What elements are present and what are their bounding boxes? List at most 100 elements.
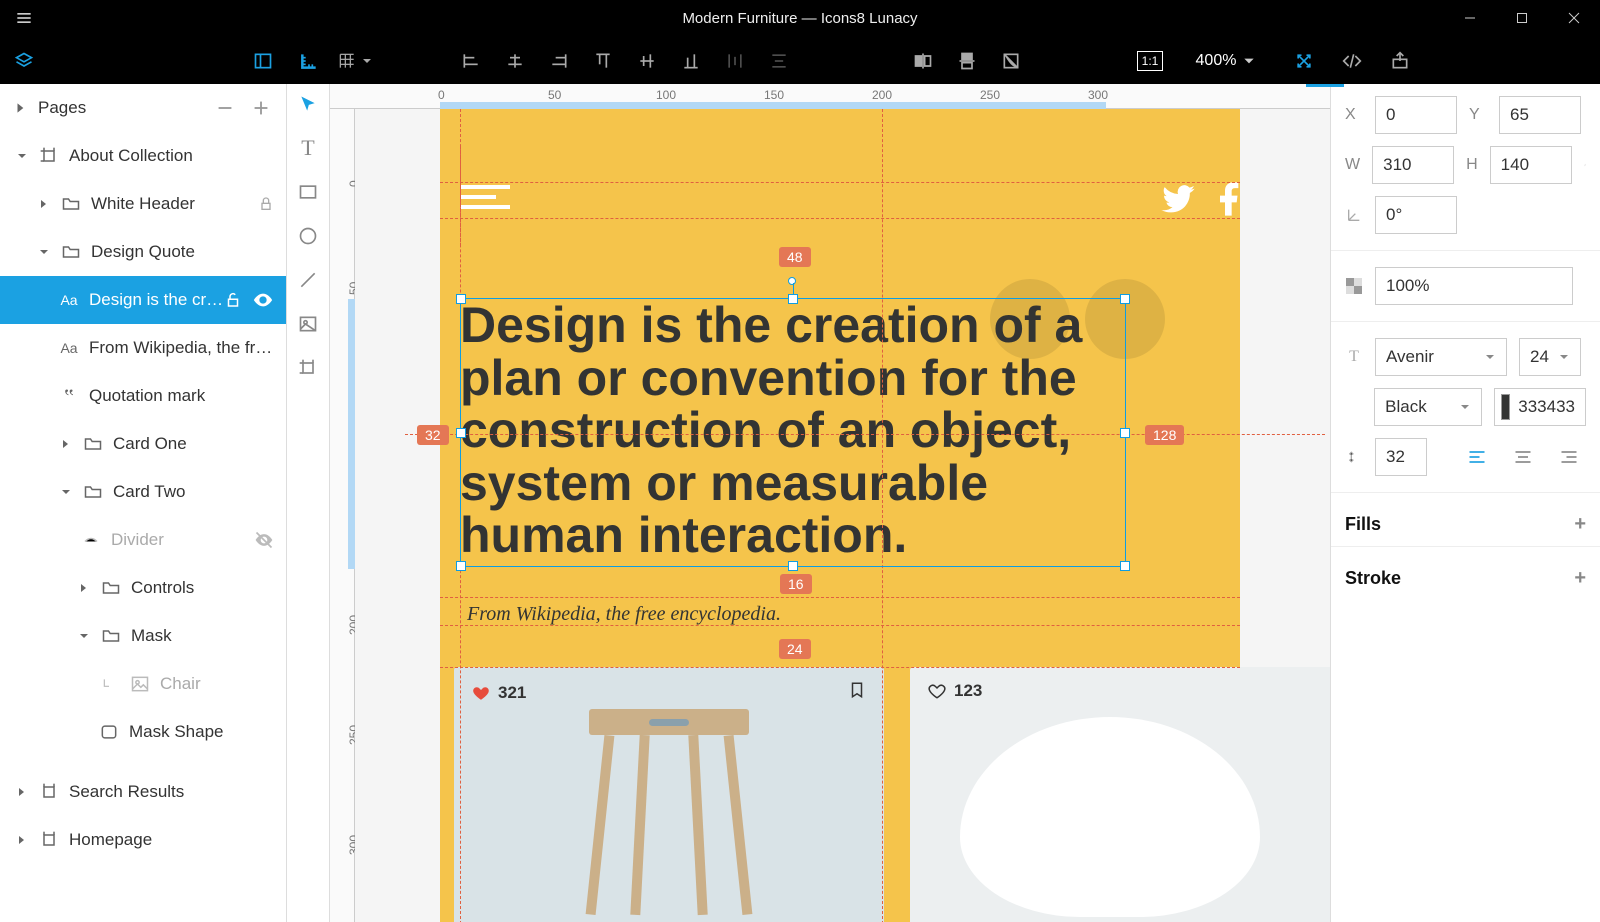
layer-card-two[interactable]: Card Two xyxy=(0,468,286,516)
visible-icon[interactable] xyxy=(252,289,274,311)
pages-header[interactable]: Pages xyxy=(0,84,286,132)
layer-mask-shape[interactable]: Mask Shape xyxy=(0,708,286,756)
line-tool[interactable] xyxy=(296,268,320,292)
quote-icon: ‟ xyxy=(64,391,74,402)
ruler-toggle-button[interactable] xyxy=(287,51,331,71)
text-layer-icon: Aa xyxy=(60,292,77,308)
opacity-input[interactable] xyxy=(1375,267,1573,305)
layer-divider[interactable]: Divider xyxy=(0,516,286,564)
unlock-icon[interactable] xyxy=(224,291,242,309)
layer-design-quote[interactable]: Design Quote xyxy=(0,228,286,276)
measure-left: 32 xyxy=(417,425,449,445)
w-input[interactable] xyxy=(1372,146,1454,184)
font-size-select[interactable]: 24 xyxy=(1519,338,1581,376)
layer-chair[interactable]: Chair xyxy=(0,660,286,708)
align-bottom-button[interactable] xyxy=(669,51,713,71)
ruler-tick: 300 xyxy=(1088,88,1108,102)
rotation-input[interactable] xyxy=(1375,196,1457,234)
card-two[interactable]: 123 xyxy=(910,667,1330,922)
add-page-icon[interactable] xyxy=(250,97,272,119)
line-height-input[interactable] xyxy=(1375,438,1427,476)
text-align-center-button[interactable] xyxy=(1506,443,1540,471)
export-tab-button[interactable] xyxy=(1376,51,1424,71)
font-weight-select[interactable]: Black xyxy=(1374,388,1482,426)
hamburger-menu-button[interactable] xyxy=(0,8,48,28)
artboard-icon xyxy=(39,782,59,802)
color-swatch xyxy=(1501,394,1510,420)
mask-button[interactable] xyxy=(989,51,1033,71)
image-tool[interactable] xyxy=(296,312,320,336)
rect-tool[interactable] xyxy=(296,180,320,204)
h-label: H xyxy=(1466,156,1478,174)
canvas-viewport[interactable]: 0 50 100 150 200 250 300 0 50 100 150 20… xyxy=(330,84,1330,922)
fills-section[interactable]: Fills+ xyxy=(1345,513,1586,536)
layer-wikipedia-text[interactable]: Aa From Wikipedia, the free… xyxy=(0,324,286,372)
remove-page-icon[interactable] xyxy=(214,97,236,119)
distribute-h-button[interactable] xyxy=(713,51,757,71)
font-color-input[interactable]: 333433 xyxy=(1494,388,1586,426)
ruler-tick: 250 xyxy=(980,88,1000,102)
text-tool[interactable]: T xyxy=(296,136,320,160)
close-button[interactable] xyxy=(1548,0,1600,36)
flip-h-button[interactable] xyxy=(901,51,945,71)
select-tool[interactable] xyxy=(296,92,320,116)
layer-design-text-selected[interactable]: Aa Design is the crea... xyxy=(0,276,286,324)
layer-label: Card Two xyxy=(113,482,274,502)
minimize-button[interactable] xyxy=(1444,0,1496,36)
zoom-dropdown[interactable]: 400% xyxy=(1172,52,1272,70)
h-input[interactable] xyxy=(1490,146,1572,184)
align-hcenter-button[interactable] xyxy=(493,51,537,71)
panel-toggle-button[interactable] xyxy=(239,51,287,71)
grid-toggle-button[interactable] xyxy=(331,51,379,71)
text-align-left-button[interactable] xyxy=(1460,443,1494,471)
layer-search-results[interactable]: Search Results xyxy=(0,768,286,816)
font-family-select[interactable]: Avenir xyxy=(1375,338,1507,376)
layer-mask[interactable]: Mask xyxy=(0,612,286,660)
facebook-icon xyxy=(1210,179,1250,219)
layer-label: Design is the crea... xyxy=(89,290,224,310)
artboard-tool[interactable] xyxy=(296,356,320,380)
add-fill-button[interactable]: + xyxy=(1574,513,1586,536)
layer-quotation-mark[interactable]: ‟ Quotation mark xyxy=(0,372,286,420)
main-area: Pages About Collection White Header Desi… xyxy=(0,84,1600,922)
hidden-icon[interactable] xyxy=(254,530,274,550)
link-icon[interactable] xyxy=(1584,155,1586,175)
align-left-button[interactable] xyxy=(449,51,493,71)
layers-panel-button[interactable] xyxy=(0,51,48,71)
ellipse-tool[interactable] xyxy=(296,224,320,248)
opacity-icon xyxy=(1345,278,1363,294)
align-top-button[interactable] xyxy=(581,51,625,71)
layer-card-one[interactable]: Card One xyxy=(0,420,286,468)
flip-v-button[interactable] xyxy=(945,51,989,71)
card-one[interactable]: 321 xyxy=(454,667,884,922)
layer-about-collection[interactable]: About Collection xyxy=(0,132,286,180)
text-align-right-button[interactable] xyxy=(1552,443,1586,471)
align-right-button[interactable] xyxy=(537,51,581,71)
actual-size-button[interactable]: 1:1 xyxy=(1128,51,1172,71)
w-label: W xyxy=(1345,156,1360,174)
likes-count: 123 xyxy=(954,681,982,701)
align-vcenter-button[interactable] xyxy=(625,51,669,71)
angle-icon xyxy=(1345,207,1363,223)
distribute-v-button[interactable] xyxy=(757,51,801,71)
layer-label: Search Results xyxy=(69,782,274,802)
quote-source-text[interactable]: From Wikipedia, the free encyclopedia. xyxy=(467,603,781,626)
selection-box[interactable] xyxy=(460,298,1126,567)
measure-gap2: 24 xyxy=(779,639,811,659)
y-input[interactable] xyxy=(1499,96,1581,134)
stroke-section[interactable]: Stroke+ xyxy=(1345,567,1586,590)
top-ruler: 0 50 100 150 200 250 300 xyxy=(330,84,1330,109)
layer-white-header[interactable]: White Header xyxy=(0,180,286,228)
inspector-tab-button[interactable] xyxy=(1280,51,1328,71)
layer-homepage[interactable]: Homepage xyxy=(0,816,286,864)
ruler-tick: 200 xyxy=(872,88,892,102)
font-row: T Avenir 24 xyxy=(1345,338,1586,376)
code-tab-button[interactable] xyxy=(1328,51,1376,71)
maximize-button[interactable] xyxy=(1496,0,1548,36)
inspector-panel: X Y W H T Avenir 24 Black xyxy=(1330,84,1600,922)
pages-label: Pages xyxy=(38,98,86,118)
x-input[interactable] xyxy=(1375,96,1457,134)
canvas[interactable]: Design is the creation of a plan or conv… xyxy=(355,109,1330,922)
layer-controls[interactable]: Controls xyxy=(0,564,286,612)
add-stroke-button[interactable]: + xyxy=(1574,567,1586,590)
